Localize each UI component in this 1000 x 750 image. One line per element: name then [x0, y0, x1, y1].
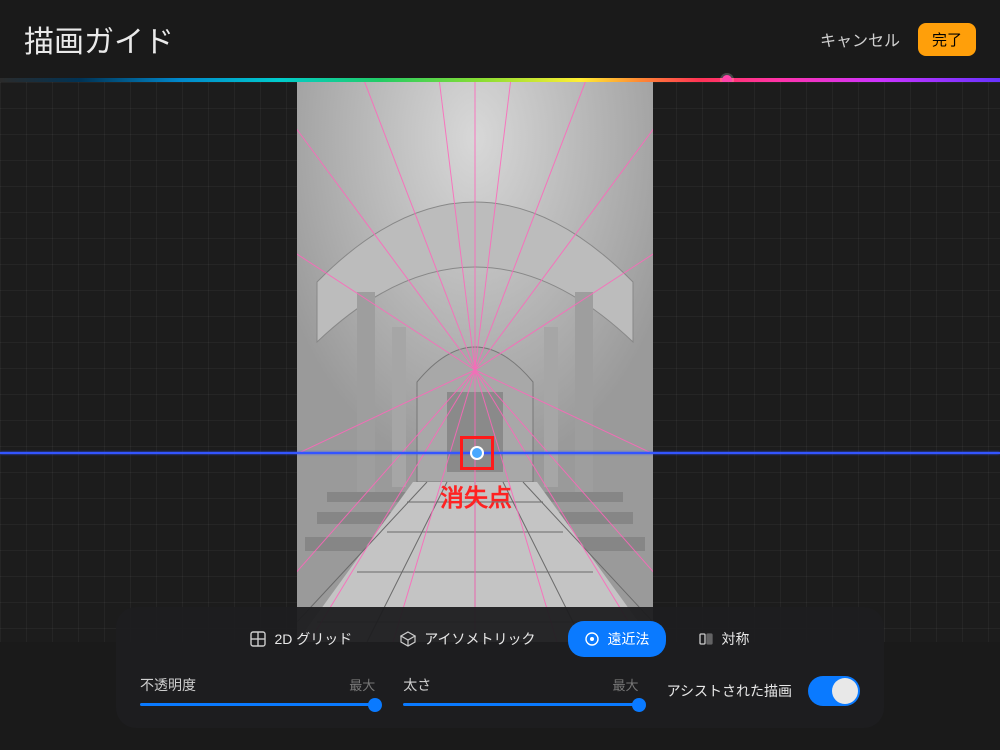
segment-perspective[interactable]: 遠近法	[568, 621, 666, 657]
image-placeholder	[297, 82, 653, 642]
segment-label: 対称	[722, 629, 750, 649]
guide-type-segment: 2D グリッド アイソメトリック 遠近法 対称	[140, 621, 860, 657]
segment-symmetry[interactable]: 対称	[682, 621, 766, 657]
thickness-slider[interactable]	[403, 703, 638, 706]
vanishing-point-label: 消失点	[440, 478, 512, 513]
cancel-button[interactable]: キャンセル	[820, 27, 900, 51]
canvas-image	[297, 82, 653, 642]
segment-label: アイソメトリック	[424, 629, 535, 649]
segment-isometric[interactable]: アイソメトリック	[384, 621, 551, 657]
opacity-slider-group: 不透明度 最大	[140, 675, 375, 706]
symmetry-icon	[698, 631, 714, 647]
horizon-line[interactable]	[0, 452, 1000, 454]
opacity-label: 不透明度	[140, 675, 196, 695]
segment-2d-grid[interactable]: 2D グリッド	[234, 621, 368, 657]
opacity-slider[interactable]	[140, 703, 375, 706]
page-title: 描画ガイド	[24, 17, 174, 61]
vanishing-point-handle[interactable]	[470, 446, 484, 460]
done-button[interactable]: 完了	[918, 23, 976, 56]
canvas-area[interactable]: 消失点	[0, 82, 1000, 642]
perspective-icon	[584, 631, 600, 647]
assisted-drawing-label: アシストされた描画	[667, 681, 792, 701]
thickness-slider-group: 太さ 最大	[403, 675, 638, 706]
header: 描画ガイド キャンセル 完了	[0, 0, 1000, 78]
toggle-knob	[832, 678, 858, 704]
thickness-label: 太さ	[403, 675, 431, 695]
thickness-slider-thumb[interactable]	[632, 698, 646, 712]
thickness-max-label: 最大	[613, 675, 639, 695]
sliders-row: 不透明度 最大 太さ 最大 アシストされた描画	[140, 675, 860, 706]
cube-icon	[400, 631, 416, 647]
bottom-panel: 2D グリッド アイソメトリック 遠近法 対称 不透明度 最大	[116, 607, 884, 728]
assisted-drawing-group: アシストされた描画	[667, 676, 860, 706]
opacity-slider-thumb[interactable]	[368, 698, 382, 712]
opacity-max-label: 最大	[349, 675, 375, 695]
segment-label: 遠近法	[608, 629, 650, 649]
grid-icon	[250, 631, 266, 647]
header-actions: キャンセル 完了	[820, 23, 976, 56]
assisted-drawing-toggle[interactable]	[808, 676, 860, 706]
segment-label: 2D グリッド	[274, 629, 352, 649]
